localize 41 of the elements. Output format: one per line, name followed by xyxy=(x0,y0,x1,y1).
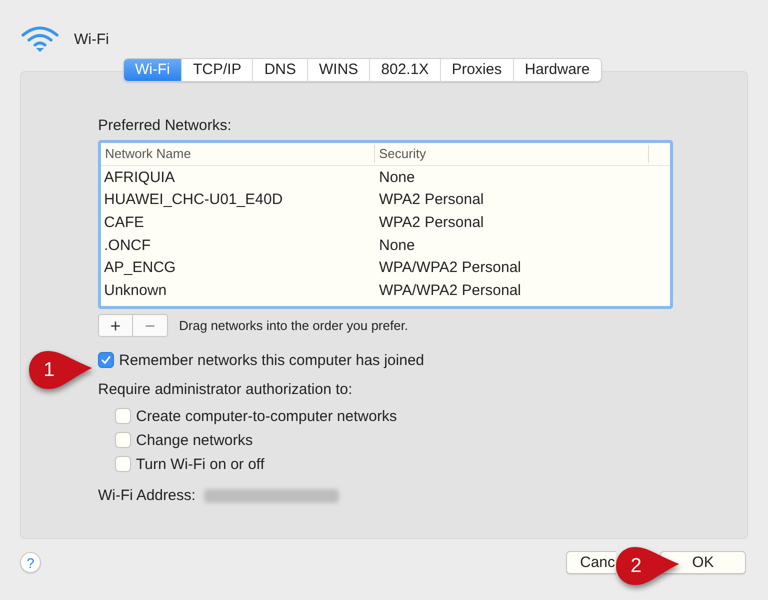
wifi-icon xyxy=(20,25,60,53)
section-label: Preferred Networks: xyxy=(98,117,232,136)
table-cell-text: WPA/WPA2 Personal xyxy=(378,282,521,299)
table-cell-text: AP_ENCG xyxy=(103,259,177,276)
cancel-button[interactable]: Canc xyxy=(566,551,616,574)
table-cell-text: None xyxy=(378,168,415,186)
hint-text: Drag networks into the order you prefer. xyxy=(179,318,408,333)
column-header[interactable]: Network Name xyxy=(101,145,375,163)
help-button[interactable]: ? xyxy=(20,552,41,573)
tab[interactable]: WINS xyxy=(307,59,370,81)
checkbox[interactable] xyxy=(115,408,131,424)
callout-marker: 2 xyxy=(615,546,681,586)
tab[interactable]: 802.1X xyxy=(369,59,440,81)
address-label: Wi-Fi Address: xyxy=(98,487,196,504)
table-cell-text: HUAWEI_CHC-U01_E40D xyxy=(103,191,284,208)
column-header[interactable]: Security xyxy=(375,145,649,163)
checkbox-label: Remember networks this computer has joined xyxy=(119,352,424,368)
checkbox-label: Change networks xyxy=(136,432,253,448)
tab[interactable]: Hardware xyxy=(512,59,601,81)
pane-title: Wi-Fi xyxy=(74,30,109,48)
checkbox-label: Create computer-to-computer networks xyxy=(136,408,397,424)
table-cell-text: .ONCF xyxy=(103,236,152,254)
table-cell-text: WPA2 Personal xyxy=(378,191,484,208)
tab[interactable]: DNS xyxy=(252,59,307,81)
table-cell-text: CAFE xyxy=(103,214,146,231)
check-icon xyxy=(100,354,112,366)
table-cell-text: Unknown xyxy=(103,282,168,299)
callout-marker: 1 xyxy=(28,350,94,390)
add-button[interactable]: + xyxy=(98,314,133,337)
checkbox-label: Turn Wi-Fi on or off xyxy=(136,456,264,472)
checkbox[interactable] xyxy=(115,432,131,448)
table-cell-text: WPA/WPA2 Personal xyxy=(378,259,521,276)
table-cell-text: None xyxy=(378,236,415,254)
section-label: Require administrator authorization to: xyxy=(98,380,354,400)
ok-button[interactable]: OK xyxy=(660,551,746,574)
table-cell-text: AFRIQUIA xyxy=(103,168,176,186)
checkbox[interactable] xyxy=(98,352,114,368)
table-cell-text: WPA2 Personal xyxy=(378,214,484,231)
tab[interactable]: Proxies xyxy=(440,59,513,81)
checkbox[interactable] xyxy=(115,456,131,472)
tab[interactable]: TCP/IP xyxy=(180,59,252,81)
